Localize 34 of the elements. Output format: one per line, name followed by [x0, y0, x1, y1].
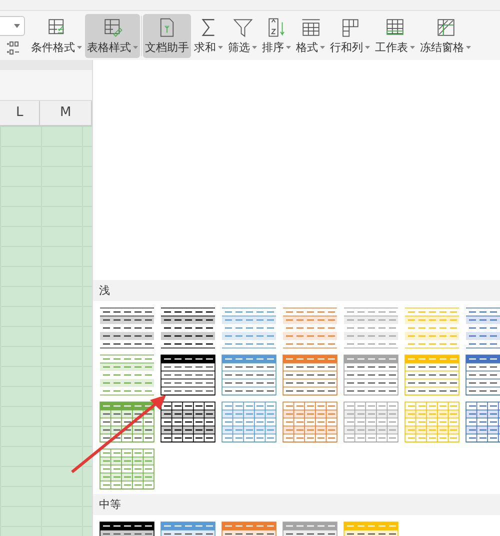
table-style-thumbnail[interactable] — [160, 401, 216, 443]
table-style-thumbnail[interactable] — [221, 354, 277, 396]
font-size-field[interactable] — [0, 16, 25, 36]
table-style-thumbnail[interactable] — [404, 307, 460, 349]
toolbar-button[interactable]: 排序 — [260, 14, 293, 58]
table-style-thumbnail[interactable] — [99, 307, 155, 349]
toolbar-button[interactable]: 行和列 — [328, 14, 372, 58]
section-header: 浅 — [93, 280, 500, 301]
filter-icon — [230, 16, 254, 38]
table-style-thumbnail[interactable] — [99, 448, 155, 490]
table-style-thumbnail[interactable] — [160, 354, 216, 396]
toolbar-button[interactable]: 求和 — [192, 14, 225, 58]
column-header[interactable]: L — [0, 101, 40, 125]
toolbar-button[interactable]: 格式 — [294, 14, 327, 58]
table-style-thumbnail[interactable] — [343, 307, 399, 349]
table-style-thumbnail[interactable] — [282, 307, 338, 349]
caret-icon — [14, 24, 20, 28]
toolbar-button[interactable]: 冻结窗格 — [418, 14, 473, 58]
table-style-thumbnail[interactable] — [343, 401, 399, 443]
table-style-thumbnail[interactable] — [282, 401, 338, 443]
table-style-thumbnail[interactable] — [99, 401, 155, 443]
table-style-thumbnail[interactable] — [221, 401, 277, 443]
decimal-icon[interactable] — [6, 40, 20, 56]
toolbar-button[interactable]: 筛选 — [226, 14, 259, 58]
table-style-thumbnail[interactable] — [160, 307, 216, 349]
section-header: 中等 — [93, 494, 500, 515]
table-style-thumbnail[interactable] — [343, 354, 399, 396]
table-style-thumbnail[interactable] — [282, 354, 338, 396]
toolbar-button[interactable]: 条件格式 — [29, 14, 84, 58]
table-style-thumbnail[interactable] — [221, 307, 277, 349]
toolbar-button[interactable]: 工作表 — [373, 14, 417, 58]
toolbar-button[interactable]: 文档助手 — [143, 14, 191, 58]
table-style-thumbnail[interactable] — [99, 354, 155, 396]
toolbar-button[interactable]: 表格样式 — [85, 14, 140, 58]
